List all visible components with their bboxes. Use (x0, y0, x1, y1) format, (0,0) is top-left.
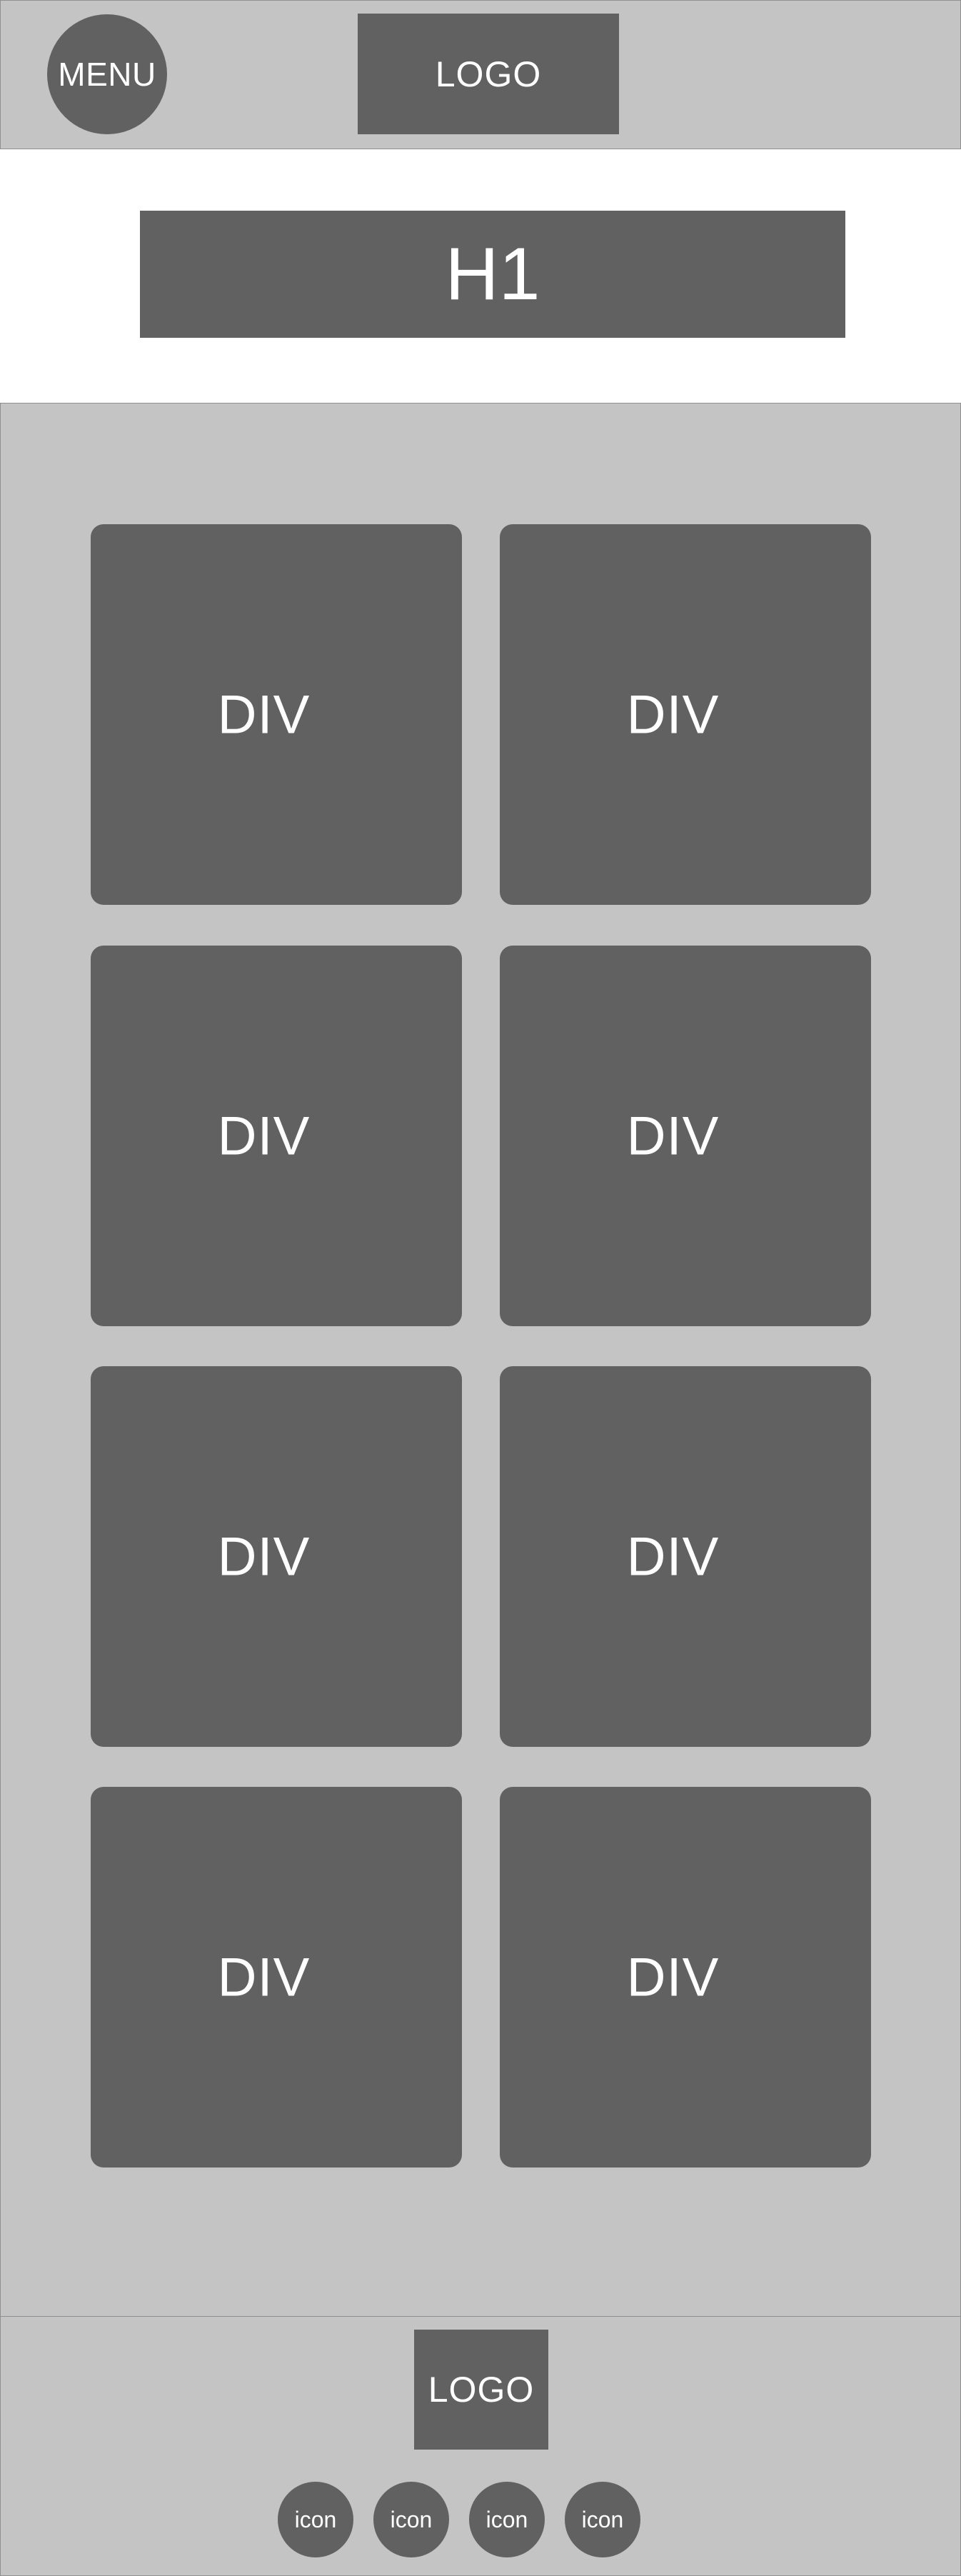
social-icon-1[interactable]: icon (278, 2482, 353, 2557)
grid-card: DIV (500, 946, 871, 1326)
header-logo[interactable]: LOGO (358, 14, 619, 134)
grid-card: DIV (500, 1787, 871, 2167)
social-icon-label: icon (581, 2506, 624, 2532)
grid-card-label: DIV (217, 1947, 311, 2008)
social-icon-4[interactable]: icon (565, 2482, 640, 2557)
grid-card-label: DIV (626, 1526, 720, 1587)
footer-logo[interactable]: LOGO (414, 2330, 548, 2450)
social-icon-3[interactable]: icon (469, 2482, 545, 2557)
grid-card: DIV (500, 1366, 871, 1747)
grid-card-label: DIV (217, 1526, 311, 1587)
header-logo-label: LOGO (435, 54, 542, 94)
social-icon-label: icon (390, 2506, 433, 2532)
grid-card: DIV (91, 1787, 462, 2167)
content-grid: DIV DIV DIV DIV DIV DIV DIV DIV (0, 403, 961, 2317)
page-title-text: H1 (445, 232, 540, 316)
grid-card: DIV (91, 946, 462, 1326)
social-icon-label: icon (485, 2506, 528, 2532)
grid-card-label: DIV (217, 684, 311, 745)
social-icon-label: icon (294, 2506, 337, 2532)
social-icon-2[interactable]: icon (373, 2482, 449, 2557)
grid-card-label: DIV (626, 1947, 720, 2008)
grid-card-label: DIV (217, 1106, 311, 1166)
grid-card-label: DIV (626, 1106, 720, 1166)
footer: LOGO icon icon icon icon (0, 2316, 961, 2576)
menu-button[interactable]: MENU (47, 14, 167, 134)
menu-button-label: MENU (58, 56, 156, 93)
grid-card: DIV (91, 1366, 462, 1747)
page-title: H1 (140, 211, 845, 338)
header: MENU LOGO (0, 0, 961, 149)
grid-card: DIV (500, 524, 871, 905)
grid-card-label: DIV (626, 684, 720, 745)
footer-logo-label: LOGO (428, 2370, 535, 2410)
grid-card: DIV (91, 524, 462, 905)
